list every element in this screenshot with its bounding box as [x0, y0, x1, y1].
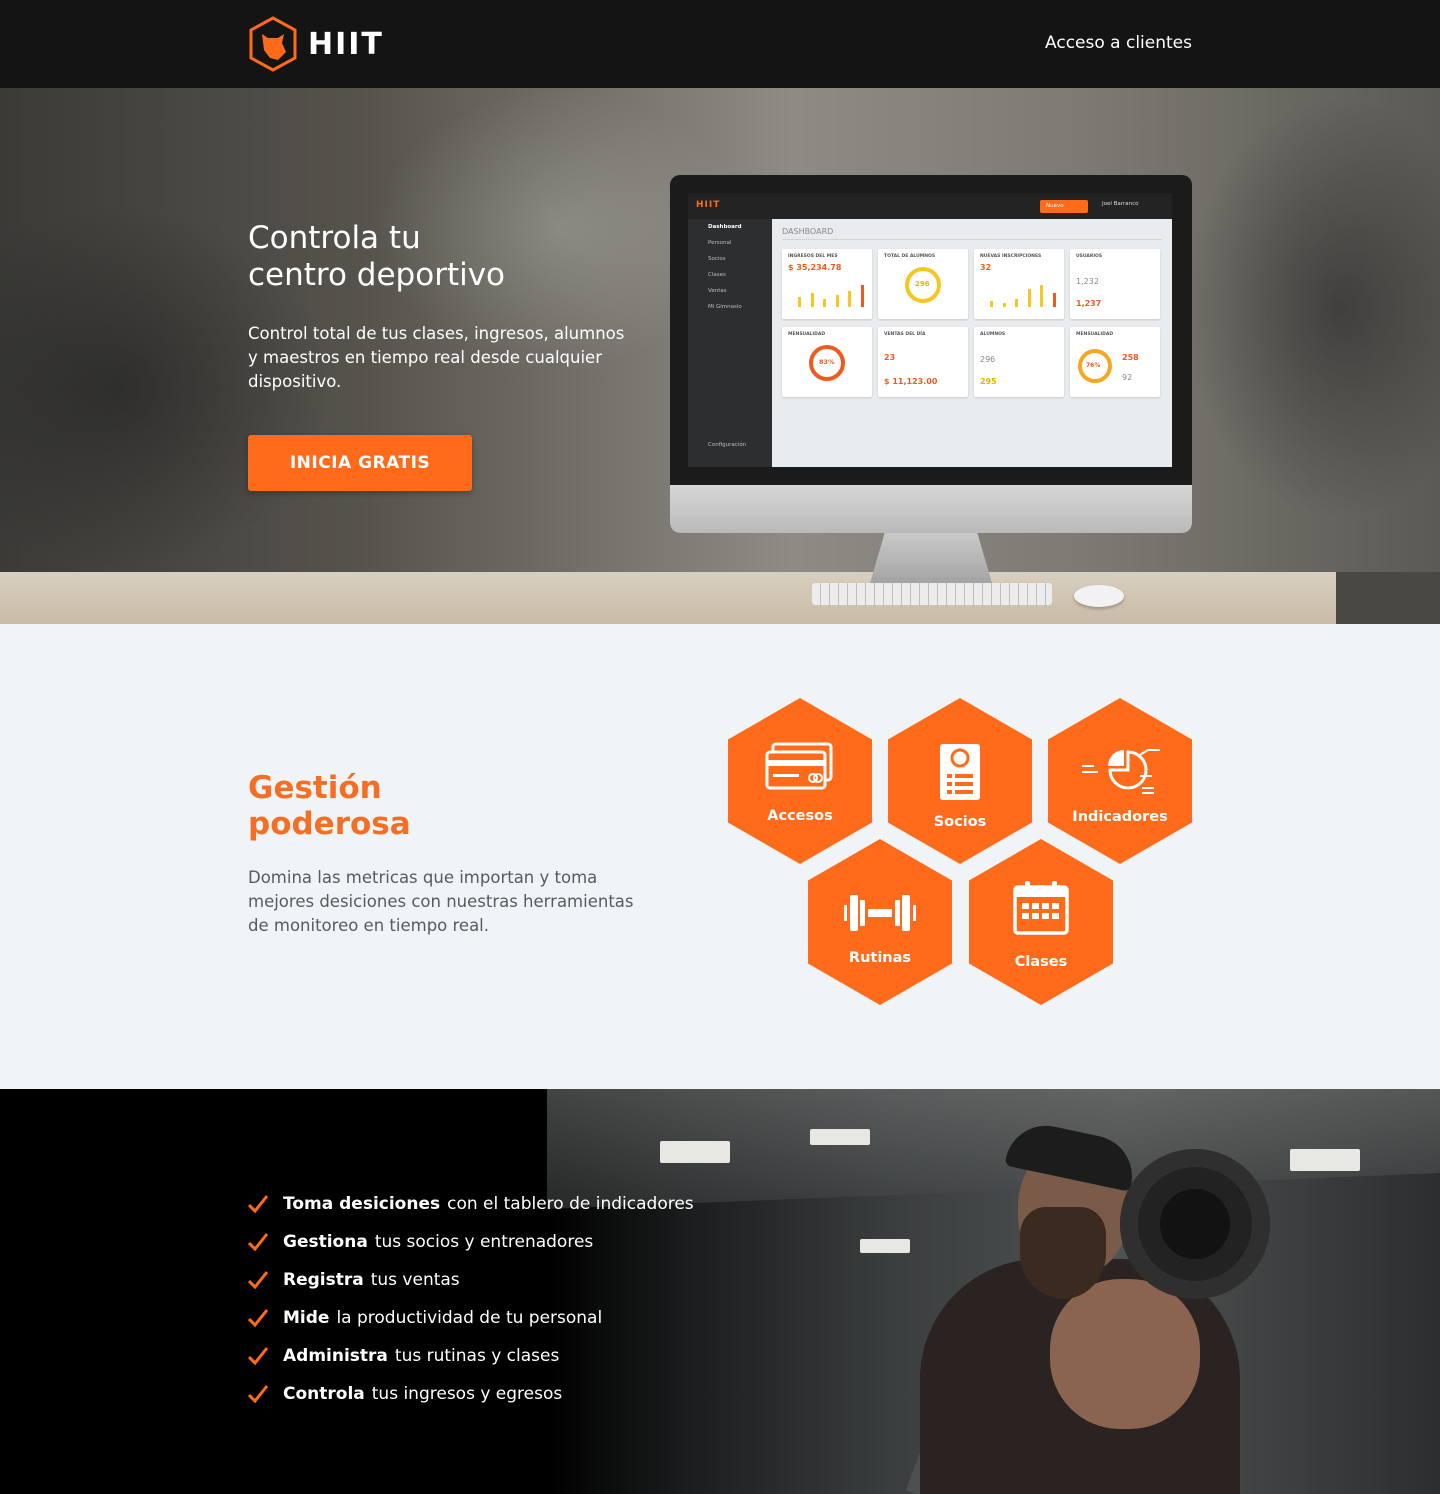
- hero-section: Controla tu centro deportivo Control tot…: [0, 88, 1440, 624]
- ceiling-light: [660, 1141, 730, 1163]
- brand-logo[interactable]: HIIT: [248, 16, 384, 72]
- tile-socios[interactable]: Socios: [888, 698, 1032, 864]
- app-new-button: Nuevo: [1040, 200, 1088, 213]
- check-icon: [248, 1385, 268, 1404]
- feature-item: Toma desiciones con el tablero de indicad…: [248, 1185, 694, 1223]
- check-icon: [248, 1309, 268, 1328]
- card-usuarios: USUARIOS 1,232 1,237: [1070, 249, 1160, 319]
- start-free-button[interactable]: INICIA GRATIS: [248, 435, 472, 491]
- ingresos-mini-chart: [798, 285, 864, 307]
- card-mensualidad-2: MENSUALIDAD 76% 258 92: [1070, 327, 1160, 397]
- athlete-arm: [1050, 1279, 1200, 1429]
- app-sidebar: Dashboard Personal Socios Clases Ventas …: [688, 219, 772, 467]
- monitor-chin: [670, 485, 1192, 533]
- feature-item: Registra tus ventas: [248, 1261, 694, 1299]
- ceiling-light: [1290, 1149, 1360, 1171]
- monitor-mockup: HIIT Nuevo Joel Barranco Dashboard Perso…: [670, 175, 1192, 533]
- top-navbar: HIIT Acceso a clientes: [0, 0, 1440, 88]
- card-ventas-dia: VENTAS DEL DÍA 23 $ 11,123.00: [878, 327, 968, 397]
- app-dashboard-heading: DASHBOARD: [782, 227, 834, 236]
- app-menu-dashboard: Dashboard: [708, 224, 742, 230]
- app-menu-clases: Clases: [708, 272, 726, 278]
- app-user-name: Joel Barranco: [1102, 201, 1139, 207]
- feature-item: Gestiona tus socios y entrenadores: [248, 1223, 694, 1261]
- tile-accesos-label: Accesos: [767, 808, 833, 824]
- app-menu-gimnasio: Mi Gimnasio: [708, 304, 742, 310]
- check-icon: [248, 1347, 268, 1366]
- app-topbar: HIIT Nuevo Joel Barranco: [688, 193, 1172, 219]
- calendar-icon: [1013, 881, 1069, 935]
- dumbbell-icon: [844, 895, 916, 931]
- credit-card-icon: [765, 742, 833, 790]
- dumbbell-hub: [1160, 1189, 1230, 1259]
- tile-clases-label: Clases: [1014, 954, 1068, 970]
- features-section: Toma desiciones con el tablero de indicad…: [0, 1089, 1440, 1494]
- features-list: Toma desiciones con el tablero de indicad…: [248, 1185, 694, 1413]
- athlete-beard: [1020, 1207, 1106, 1299]
- gestion-title: Gestión poderosa: [248, 770, 411, 842]
- tile-rutinas[interactable]: Rutinas: [808, 839, 952, 1005]
- tile-accesos[interactable]: Accesos: [728, 698, 872, 864]
- brand-wordmark: HIIT: [308, 26, 384, 62]
- card-nuevas-inscripciones: NUEVAS INSCRIPCIONES 32: [974, 249, 1064, 319]
- gestion-text: Domina las metricas que importan y toma …: [248, 868, 634, 935]
- tile-clases[interactable]: Clases: [969, 839, 1113, 1005]
- feature-item: Administra tus rutinas y clases: [248, 1337, 694, 1375]
- tile-socios-label: Socios: [933, 814, 987, 830]
- tile-indicadores-label: Indicadores: [1072, 809, 1168, 825]
- member-id-icon: [940, 744, 980, 800]
- card-alumnos: ALUMNOS 296 295: [974, 327, 1064, 397]
- gestion-section: Gestión poderosa Domina las metricas que…: [0, 624, 1440, 1089]
- hero-subtitle: Control total de tus clases, ingresos, a…: [248, 324, 625, 391]
- check-icon: [248, 1195, 268, 1214]
- client-access-link[interactable]: Acceso a clientes: [1045, 33, 1192, 53]
- keyboard: [812, 583, 1052, 605]
- mouse: [1074, 585, 1124, 607]
- app-menu-socios: Socios: [708, 256, 726, 262]
- ceiling-light: [860, 1239, 910, 1253]
- desk-surface: [0, 572, 1336, 624]
- check-icon: [248, 1271, 268, 1290]
- card-mensualidad: MENSUALIDAD 83%: [782, 327, 872, 397]
- inscripciones-mini-chart: [990, 285, 1056, 307]
- tile-indicadores[interactable]: Indicadores: [1048, 698, 1192, 864]
- app-divider: [782, 239, 1162, 240]
- monitor-stand: [870, 533, 992, 583]
- app-menu-settings: Configuración: [708, 442, 747, 448]
- tile-rutinas-label: Rutinas: [848, 950, 912, 966]
- feature-item: Controla tus ingresos y egresos: [248, 1375, 694, 1413]
- feature-item: Mide la productividad de tu personal: [248, 1299, 694, 1337]
- dashboard-screenshot: HIIT Nuevo Joel Barranco Dashboard Perso…: [688, 193, 1172, 467]
- hero-title: Controla tu centro deportivo: [248, 220, 506, 293]
- pie-chart-icon: [1082, 749, 1160, 794]
- card-total-alumnos: TOTAL DE ALUMNOS 296: [878, 249, 968, 319]
- card-ingresos: INGRESOS DEL MES $ 35,234.78: [782, 249, 872, 319]
- check-icon: [248, 1233, 268, 1252]
- desk-edge: [1336, 572, 1440, 624]
- app-menu-ventas: Ventas: [708, 288, 727, 294]
- ceiling-light: [810, 1129, 870, 1145]
- app-menu-personal: Personal: [708, 240, 732, 246]
- bull-logo-icon: [249, 16, 297, 72]
- app-logo: HIIT: [696, 200, 721, 210]
